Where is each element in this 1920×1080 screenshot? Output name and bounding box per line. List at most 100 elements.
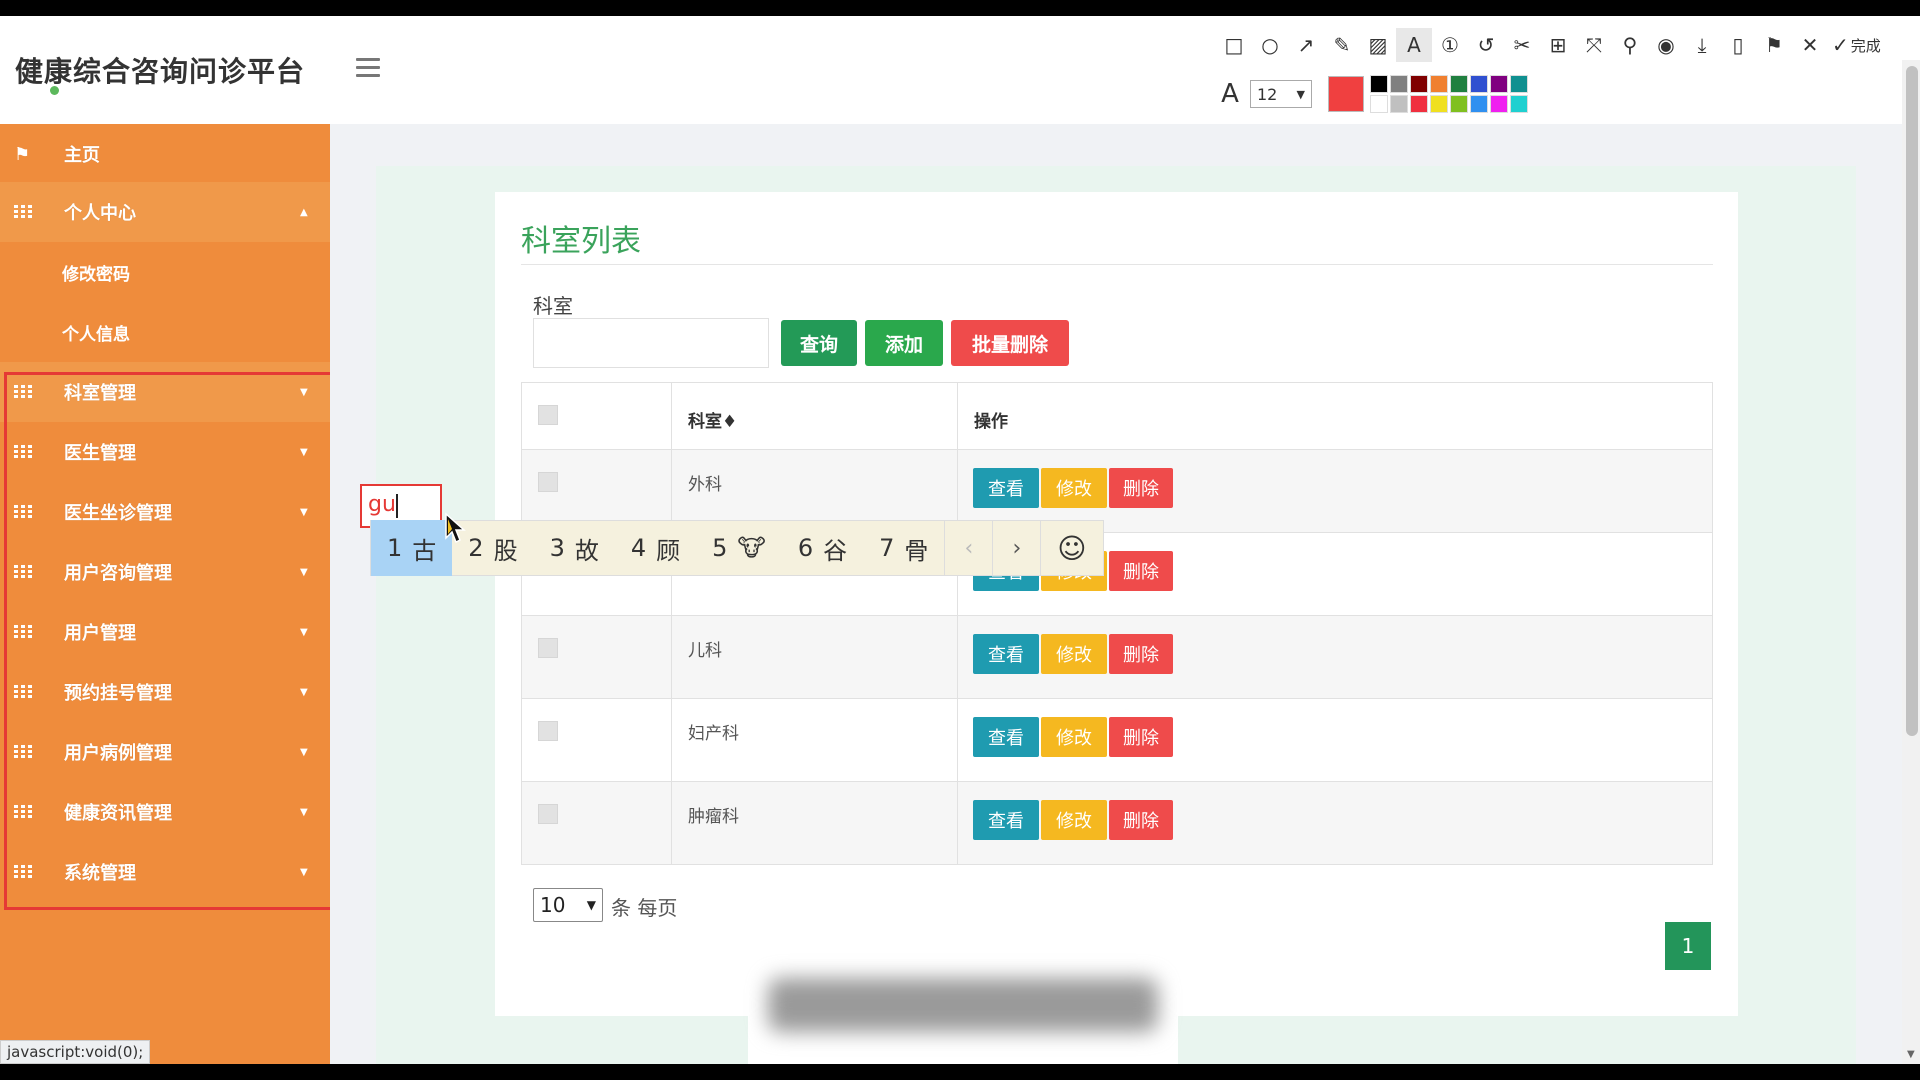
palette-color-swatch[interactable] xyxy=(1410,75,1428,93)
bookmark-icon[interactable]: ⚑ xyxy=(1756,28,1792,62)
ime-candidate-index: 5 xyxy=(712,534,728,562)
column-divider xyxy=(671,383,672,449)
view-button[interactable]: 查看 xyxy=(973,800,1039,840)
edit-button[interactable]: 修改 xyxy=(1041,468,1107,508)
sidebar-subitem-label: 修改密码 xyxy=(62,264,130,285)
record-icon[interactable]: ◉ xyxy=(1648,28,1684,62)
chevron-down-icon: ▼ xyxy=(1296,87,1305,101)
scroll-down-icon[interactable]: ▼ xyxy=(1907,1049,1915,1060)
palette-color-swatch[interactable] xyxy=(1430,75,1448,93)
translate-icon[interactable]: ⊞ xyxy=(1540,28,1576,62)
scrollbar-thumb[interactable] xyxy=(1906,66,1918,736)
page-title: 科室列表 xyxy=(521,224,641,259)
sidebar-item[interactable]: ⚑ 主页 xyxy=(0,124,330,184)
ocr-icon[interactable]: ⤧ xyxy=(1576,28,1612,62)
text-icon[interactable]: A xyxy=(1396,28,1432,62)
edit-button[interactable]: 修改 xyxy=(1041,717,1107,757)
column-divider xyxy=(957,383,958,449)
palette-color-swatch[interactable] xyxy=(1490,95,1508,113)
select-all-checkbox[interactable] xyxy=(538,405,558,425)
sidebar-subitem[interactable]: 修改密码 xyxy=(0,242,330,302)
page-size-suffix: 条 每页 xyxy=(611,896,678,920)
view-button[interactable]: 查看 xyxy=(973,717,1039,757)
palette-color-swatch[interactable] xyxy=(1490,75,1508,93)
ime-candidate[interactable]: 1古 xyxy=(371,520,453,576)
sidebar-item[interactable]: 个人中心 ▲ xyxy=(0,182,330,242)
row-checkbox[interactable] xyxy=(538,638,558,658)
ime-candidate-index: 6 xyxy=(797,534,814,562)
ime-candidate[interactable]: 7骨 xyxy=(863,520,944,576)
palette-color-swatch[interactable] xyxy=(1510,75,1528,93)
palette-color-swatch[interactable] xyxy=(1450,95,1468,113)
palette-color-swatch[interactable] xyxy=(1450,75,1468,93)
palette-color-swatch[interactable] xyxy=(1510,95,1528,113)
delete-button[interactable]: 删除 xyxy=(1109,800,1173,840)
ime-candidate-text: 故 xyxy=(574,536,599,565)
arrow-icon[interactable]: ↗ xyxy=(1288,28,1324,62)
row-checkbox[interactable] xyxy=(538,472,558,492)
screenshot-annotation-toolbar: □ ○ ↗ ✎ ▨ A ① ↺ ✂ ⊞ ⤧ ⚲ ◉ ⤓ ▯ ⚑ ✕ ✓ 完成 A … xyxy=(1206,20,1920,116)
font-size-value: 12 xyxy=(1257,84,1278,104)
pin-icon[interactable]: ⚲ xyxy=(1612,28,1648,62)
ime-candidate-text: 股 xyxy=(493,536,518,565)
number-icon[interactable]: ① xyxy=(1432,28,1468,62)
undo-icon[interactable]: ↺ xyxy=(1468,28,1504,62)
row-checkbox[interactable] xyxy=(538,721,558,741)
edit-button[interactable]: 修改 xyxy=(1041,800,1107,840)
palette-color-swatch[interactable] xyxy=(1470,95,1488,113)
save-icon[interactable]: ▯ xyxy=(1720,28,1756,62)
check-icon: ✓ xyxy=(1832,33,1849,57)
circle-icon[interactable]: ○ xyxy=(1252,28,1288,62)
current-color-swatch[interactable] xyxy=(1328,76,1364,112)
ime-emoji-icon[interactable]: ☺ xyxy=(1040,520,1102,576)
palette-color-swatch[interactable] xyxy=(1470,75,1488,93)
ime-candidate[interactable]: 5 🐮 xyxy=(696,520,782,576)
color-palette xyxy=(1370,75,1528,113)
done-button[interactable]: ✓ 完成 xyxy=(1832,33,1881,57)
dept-column-header[interactable]: 科室♦ xyxy=(688,407,737,432)
pen-icon[interactable]: ✎ xyxy=(1324,28,1360,62)
font-size-icon: A xyxy=(1221,79,1239,109)
ime-candidate[interactable]: 6谷 xyxy=(782,520,863,576)
view-button[interactable]: 查看 xyxy=(973,468,1039,508)
delete-button[interactable]: 删除 xyxy=(1109,717,1173,757)
row-checkbox[interactable] xyxy=(538,804,558,824)
grid-icon xyxy=(14,205,32,219)
palette-color-swatch[interactable] xyxy=(1410,95,1428,113)
table-header-row: 科室♦ 操作 xyxy=(522,383,1712,449)
ime-next-page-icon[interactable]: › xyxy=(992,520,1040,576)
crop-icon[interactable]: ✂ xyxy=(1504,28,1540,62)
rect-icon[interactable]: □ xyxy=(1216,28,1252,62)
download-icon[interactable]: ⤓ xyxy=(1684,28,1720,62)
dept-search-input[interactable] xyxy=(533,318,769,368)
ime-candidate[interactable]: 3故 xyxy=(534,520,615,576)
page-number-button[interactable]: 1 xyxy=(1665,922,1711,970)
palette-color-swatch[interactable] xyxy=(1390,95,1408,113)
delete-button[interactable]: 删除 xyxy=(1109,468,1173,508)
ime-prev-page-icon[interactable]: ‹ xyxy=(944,520,992,576)
ime-candidate[interactable]: 4顾 xyxy=(615,520,696,576)
ime-candidate-index: 4 xyxy=(630,534,647,562)
page-scrollbar[interactable]: ▼ xyxy=(1902,60,1920,1064)
query-button[interactable]: 查询 xyxy=(781,320,857,366)
palette-color-swatch[interactable] xyxy=(1370,95,1388,113)
batch-delete-button[interactable]: 批量删除 xyxy=(951,320,1069,366)
annotation-highlight-box xyxy=(4,372,336,910)
edit-button[interactable]: 修改 xyxy=(1041,634,1107,674)
palette-color-swatch[interactable] xyxy=(1370,75,1388,93)
ops-column-header: 操作 xyxy=(974,412,1008,432)
status-bar-url: javascript:void(0); xyxy=(0,1040,151,1064)
sidebar-subitem[interactable]: 个人信息 xyxy=(0,302,330,362)
palette-color-swatch[interactable] xyxy=(1390,75,1408,93)
menu-toggle-icon[interactable] xyxy=(356,58,380,78)
page-size-select[interactable]: 10 ▼ xyxy=(533,888,603,922)
close-icon[interactable]: ✕ xyxy=(1792,28,1828,62)
view-button[interactable]: 查看 xyxy=(973,634,1039,674)
mosaic-icon[interactable]: ▨ xyxy=(1360,28,1396,62)
blurred-text xyxy=(768,978,1158,1032)
delete-button[interactable]: 删除 xyxy=(1109,551,1173,591)
delete-button[interactable]: 删除 xyxy=(1109,634,1173,674)
palette-color-swatch[interactable] xyxy=(1430,95,1448,113)
font-size-select[interactable]: 12 ▼ xyxy=(1250,80,1312,108)
add-button[interactable]: 添加 xyxy=(865,320,943,366)
